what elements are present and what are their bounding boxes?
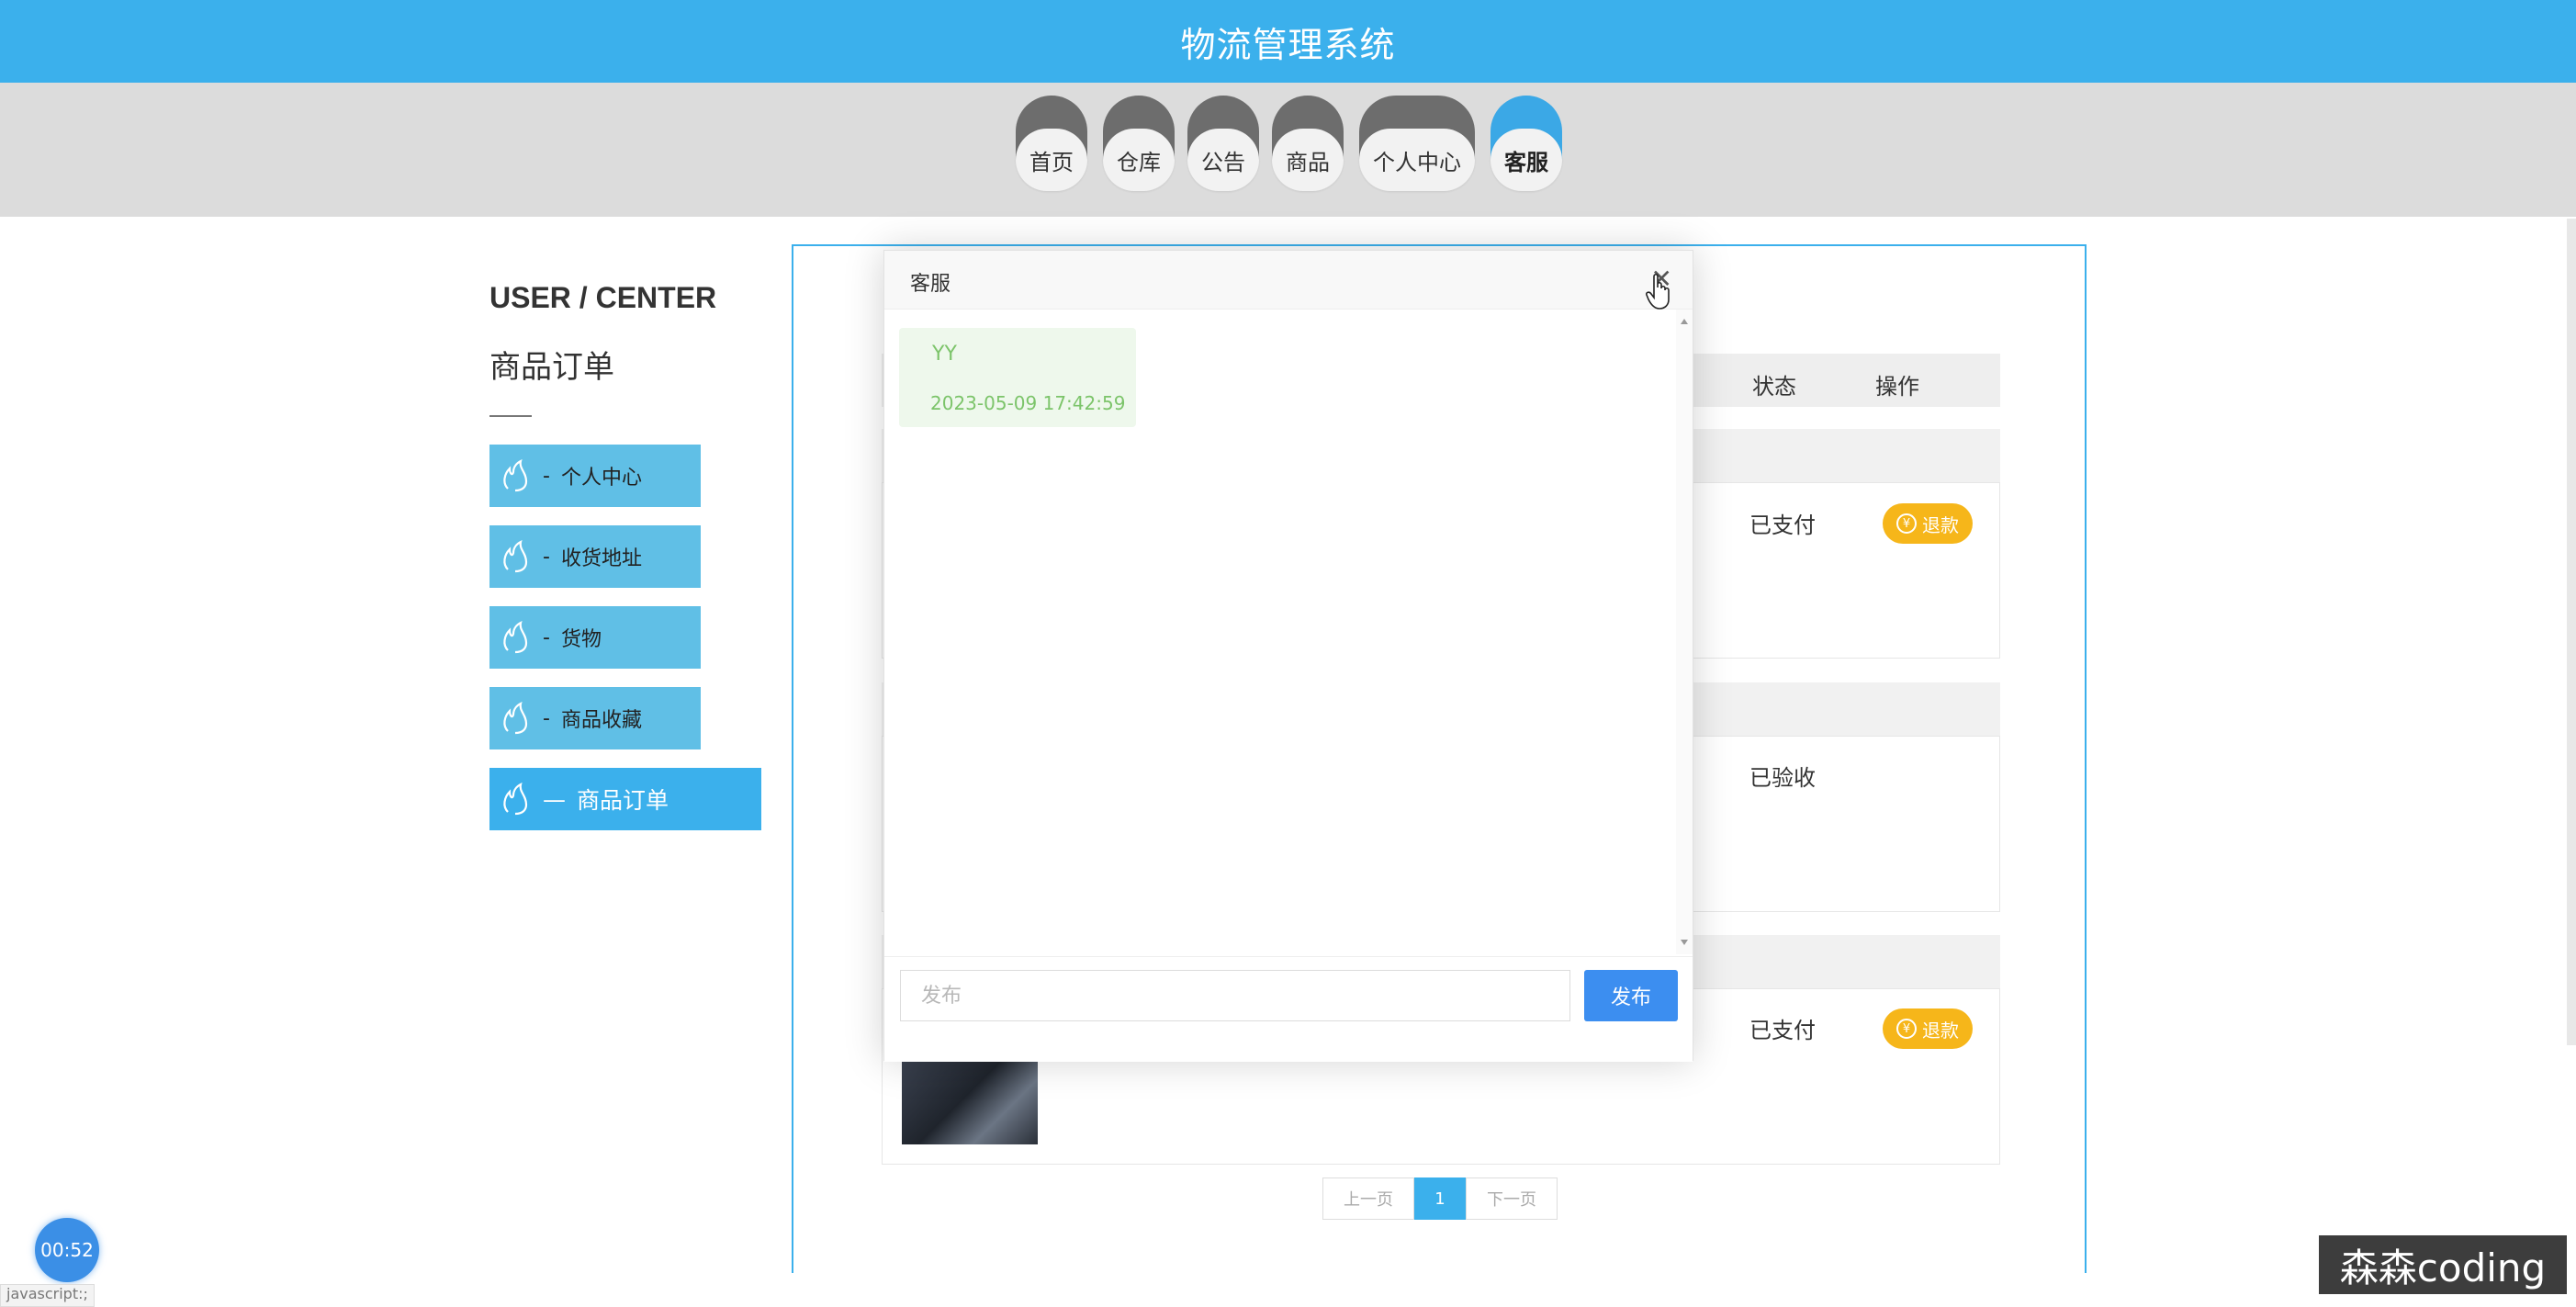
divider [489,415,532,417]
hand-cursor-icon [1646,273,1670,310]
chat-messages[interactable]: YY 2023-05-09 17:42:59 [884,310,1693,948]
nav-label: 客服 [1490,129,1562,191]
flame-icon [503,782,528,816]
sidebar-item-user-center[interactable]: - 个人中心 [489,445,701,507]
menu-label: 个人中心 [560,467,642,490]
chat-scrollbar[interactable] [1676,310,1693,954]
app-header: 物流管理系统 [0,0,2576,83]
nav-item-warehouse[interactable]: 仓库 [1103,96,1175,191]
page-scrollbar[interactable] [2567,219,2576,1045]
message-time: 2023-05-09 17:42:59 [930,392,1126,414]
menu-prefix: - [543,464,550,488]
message-sender: YY [932,343,957,366]
menu-prefix: - [543,706,550,730]
main-nav: 首页 仓库 公告 商品 个人中心 客服 [0,96,2576,191]
flame-icon [503,701,528,735]
sidebar-subtitle: 商品订单 [489,349,614,386]
menu-label: 收货地址 [560,547,642,570]
next-page-button[interactable]: 下一页 [1466,1177,1558,1220]
dialog-footer: 发布 [884,956,1693,1062]
nav-label: 首页 [1016,129,1087,191]
sidebar-item-favorites[interactable]: - 商品收藏 [489,687,701,749]
watermark: 森森coding [2319,1235,2567,1294]
menu-label: 商品订单 [577,787,669,814]
chat-message: YY 2023-05-09 17:42:59 [899,328,1136,427]
recording-timer: 00:52 [35,1218,99,1282]
customer-service-dialog: 客服 ✕ YY 2023-05-09 17:42:59 发布 [883,250,1693,1062]
menu-prefix: - [543,545,550,569]
nav-item-user-center[interactable]: 个人中心 [1359,96,1475,191]
order-status: 已支付 [1749,513,1816,538]
scroll-down-icon[interactable] [1681,940,1688,945]
column-action: 操作 [1875,374,1919,400]
scroll-up-icon[interactable] [1681,319,1688,324]
dialog-header: 客服 ✕ [884,251,1693,310]
sidebar-item-orders[interactable]: — 商品订单 [489,768,761,830]
refund-button[interactable]: ¥ 退款 [1883,503,1973,544]
message-input[interactable] [900,970,1570,1021]
refund-label: 退款 [1922,1019,1959,1042]
send-button[interactable]: 发布 [1584,970,1678,1021]
nav-item-notice[interactable]: 公告 [1187,96,1259,191]
refund-button[interactable]: ¥ 退款 [1883,1008,1973,1049]
menu-prefix: - [543,625,550,649]
nav-label: 商品 [1272,129,1344,191]
pagination: 上一页 1 下一页 [1322,1177,1558,1220]
nav-item-goods[interactable]: 商品 [1272,96,1344,191]
dialog-title: 客服 [910,273,951,296]
product-thumbnail[interactable] [902,1062,1038,1144]
page-button-current[interactable]: 1 [1414,1177,1466,1220]
sidebar-title: USER / CENTER [489,281,717,314]
app-title: 物流管理系统 [1180,24,1396,65]
nav-label: 仓库 [1103,129,1175,191]
nav-item-home[interactable]: 首页 [1016,96,1087,191]
status-bar-url: javascript:; [0,1284,95,1307]
menu-label: 货物 [560,628,602,651]
menu-label: 商品收藏 [560,709,642,732]
prev-page-button[interactable]: 上一页 [1322,1177,1414,1220]
menu-prefix: — [543,785,566,813]
flame-icon [503,458,528,492]
refund-label: 退款 [1922,513,1959,536]
flame-icon [503,620,528,654]
order-status: 已支付 [1749,1018,1816,1043]
sidebar-item-cargo[interactable]: - 货物 [489,606,701,669]
column-status: 状态 [1752,374,1796,400]
yen-icon: ¥ [1896,513,1917,534]
nav-label: 公告 [1187,129,1259,191]
sidebar-item-address[interactable]: - 收货地址 [489,525,701,588]
nav-item-customer-service[interactable]: 客服 [1490,96,1562,191]
order-status: 已验收 [1749,765,1816,791]
nav-label: 个人中心 [1359,129,1475,191]
flame-icon [503,539,528,573]
yen-icon: ¥ [1896,1019,1917,1039]
